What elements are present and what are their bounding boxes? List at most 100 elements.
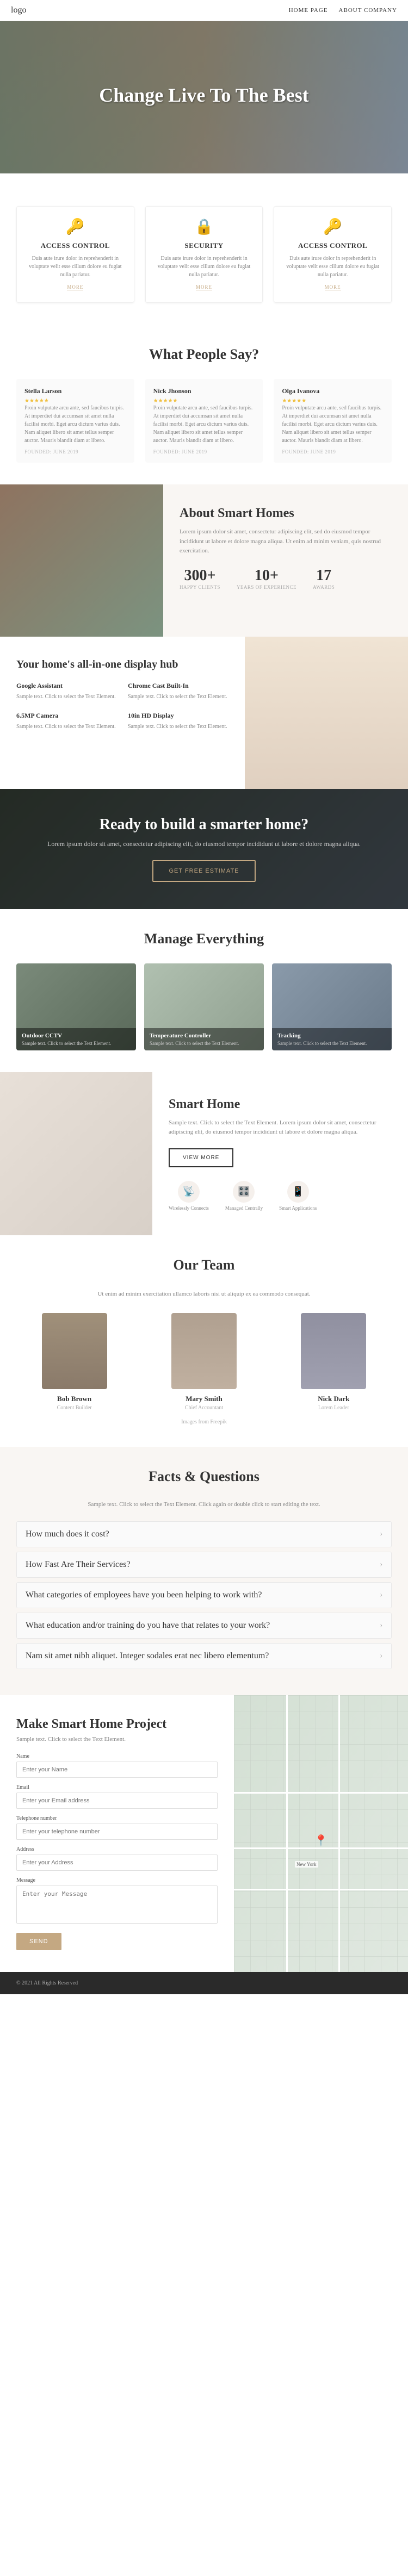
stat-label-2: YEARS OF EXPERIENCE: [237, 584, 296, 590]
team-name-3: Nick Dark: [276, 1395, 392, 1403]
team-name-2: Mary Smith: [146, 1395, 262, 1403]
hub-item-title-3: 6.5MP Camera: [16, 712, 117, 720]
hub-item-text-3: Sample text. Click to select the Text El…: [16, 723, 117, 731]
manage-card-1: Outdoor CCTV Sample text. Click to selec…: [16, 963, 136, 1050]
about-content: About Smart Homes Lorem ipsum dolor sit …: [163, 484, 408, 637]
testimonial-name-2: Nick Jhonson: [153, 387, 255, 395]
feature-title-1: Access Control: [25, 241, 126, 250]
team-section: Our Team Ut enim ad minim exercitation u…: [0, 1235, 408, 1447]
testimonial-2: Nick Jhonson ★★★★★ Proin vulputate arcu …: [145, 379, 263, 463]
team-text: Ut enim ad minim exercitation ullamco la…: [16, 1290, 392, 1299]
form-label-name: Name: [16, 1753, 218, 1759]
smart-icon-label-2: Managed Centrally: [225, 1205, 263, 1211]
form-field-name: Name: [16, 1753, 218, 1778]
form-label-message: Message: [16, 1877, 218, 1883]
form-field-phone: Telephone number: [16, 1815, 218, 1840]
chevron-down-icon-1: ›: [380, 1530, 382, 1539]
map-road-h-2: [234, 1847, 408, 1849]
faq-item-4[interactable]: What education and/or training do you ha…: [16, 1613, 392, 1639]
about-text: Lorem ipsum dolor sit amet, consectetur …: [180, 527, 392, 556]
faq-question-2: How Fast Are Their Services?: [26, 1560, 131, 1570]
testimonial-stars-1: ★★★★★: [24, 398, 126, 404]
address-input[interactable]: [16, 1855, 218, 1871]
testimonial-date-1: FOUNDED: JUNE 2019: [24, 449, 126, 455]
nav-about[interactable]: About Company: [339, 7, 397, 14]
feature-more-3[interactable]: MORE: [325, 284, 341, 290]
contact-form: Make Smart Home Project Sample text. Cli…: [0, 1695, 234, 1972]
manage-overlay-2: Temperature Controller Sample text. Clic…: [144, 1028, 264, 1050]
smart-content: Smart Home Sample text. Click to select …: [152, 1075, 408, 1233]
manage-overlay-1: Outdoor CCTV Sample text. Click to selec…: [16, 1028, 136, 1050]
smart-icon-circle-3: 📱: [287, 1181, 309, 1203]
form-field-address: Address: [16, 1846, 218, 1871]
contact-title: Make Smart Home Project: [16, 1717, 218, 1732]
team-avatar-2: [171, 1313, 237, 1389]
smart-image: [0, 1072, 152, 1235]
chevron-down-icon-3: ›: [380, 1591, 382, 1600]
smart-section: Smart Home Sample text. Click to select …: [0, 1072, 408, 1235]
smart-title: Smart Home: [169, 1097, 392, 1112]
faq-title: Facts & Questions: [16, 1469, 392, 1485]
stat-num-2: 10+: [237, 567, 296, 584]
testimonials-row: Stella Larson ★★★★★ Proin vulputate arcu…: [16, 379, 392, 463]
smart-icon-circle-2: 🎛️: [233, 1181, 255, 1203]
feature-more-1[interactable]: MORE: [67, 284, 83, 290]
stat-num-3: 17: [313, 567, 335, 584]
team-card-2: Mary Smith Chief Accountant: [146, 1313, 262, 1411]
cta-title: Ready to build a smarter home?: [16, 816, 392, 833]
testimonial-date-2: FOUNDED: JUNE 2019: [153, 449, 255, 455]
team-role-1: Content Builder: [16, 1405, 132, 1411]
team-row: Bob Brown Content Builder Mary Smith Chi…: [16, 1313, 392, 1411]
manage-card-3: Tracking Sample text. Click to select th…: [272, 963, 392, 1050]
name-input[interactable]: [16, 1762, 218, 1778]
about-image-bg: [0, 484, 163, 637]
email-input[interactable]: [16, 1793, 218, 1809]
team-role-2: Chief Accountant: [146, 1405, 262, 1411]
hub-grid: Google Assistant Sample text. Click to s…: [16, 682, 228, 731]
faq-question-1: How much does it cost?: [26, 1529, 109, 1539]
testimonial-date-3: FOUNDED: JUNE 2019: [282, 449, 384, 455]
faq-text: Sample text. Click to select the Text El…: [16, 1501, 392, 1508]
team-card-3: Nick Dark Lorem Leader: [276, 1313, 392, 1411]
faq-item-1[interactable]: How much does it cost? ›: [16, 1521, 392, 1547]
manage-overlay-3: Tracking Sample text. Click to select th…: [272, 1028, 392, 1050]
team-card-1: Bob Brown Content Builder: [16, 1313, 132, 1411]
feature-text-1: Duis aute irure dolor in reprehenderit i…: [25, 254, 126, 279]
smart-icon-label-1: Wirelessly Connects: [169, 1205, 209, 1211]
stats-row: 300+ HAPPY CLIENTS 10+ YEARS OF EXPERIEN…: [180, 567, 392, 590]
hub-item-text-1: Sample text. Click to select the Text El…: [16, 693, 117, 701]
nav-home[interactable]: Home Page: [289, 7, 328, 14]
faq-item-3[interactable]: What categories of employees have you be…: [16, 1582, 392, 1608]
manage-card-text-1: Sample text. Click to select the Text El…: [22, 1041, 131, 1046]
faq-item-2[interactable]: How Fast Are Their Services? ›: [16, 1552, 392, 1578]
cta-text: Lorem ipsum dolor sit amet, consectetur …: [16, 839, 392, 849]
faq-question-4: What education and/or training do you ha…: [26, 1621, 270, 1631]
cta-button[interactable]: GET FREE ESTIMATE: [152, 860, 255, 882]
phone-input[interactable]: [16, 1824, 218, 1840]
footer: © 2021 All Rights Reserved: [0, 1972, 408, 1994]
navigation: logo Home Page About Company: [0, 0, 408, 21]
testimonials-title: What People Say?: [16, 346, 392, 363]
manage-card-title-3: Tracking: [277, 1032, 386, 1039]
message-input[interactable]: [16, 1886, 218, 1924]
testimonial-text-3: Proin vulputate arcu ante, sed faucibus …: [282, 404, 384, 445]
faq-item-5[interactable]: Nam sit amet nibh aliquet. Integer sodal…: [16, 1643, 392, 1669]
feature-title-2: Security: [154, 241, 255, 250]
hero-content: Change Live To The Best: [99, 84, 308, 111]
form-label-phone: Telephone number: [16, 1815, 218, 1821]
map-city-label: New York: [295, 1861, 318, 1868]
view-more-button[interactable]: VIEW MORE: [169, 1148, 233, 1167]
feature-icon-2: 🔒: [154, 217, 255, 236]
submit-button[interactable]: SEND: [16, 1933, 61, 1950]
contact-section: Make Smart Home Project Sample text. Cli…: [0, 1695, 408, 1972]
feature-more-2[interactable]: MORE: [196, 284, 212, 290]
hub-item-1: Google Assistant Sample text. Click to s…: [16, 682, 117, 701]
smart-icon-1: 📡 Wirelessly Connects: [169, 1181, 209, 1211]
manage-card-title-1: Outdoor CCTV: [22, 1032, 131, 1039]
feature-card-1: 🔑 Access Control Duis aute irure dolor i…: [16, 206, 134, 303]
footer-copyright: © 2021 All Rights Reserved: [16, 1980, 78, 1986]
features-cards-row: 🔑 Access Control Duis aute irure dolor i…: [16, 206, 392, 303]
testimonial-name-3: Olga Ivanova: [282, 387, 384, 395]
feature-icon-1: 🔑: [25, 217, 126, 236]
hub-person-bg: [245, 637, 408, 789]
